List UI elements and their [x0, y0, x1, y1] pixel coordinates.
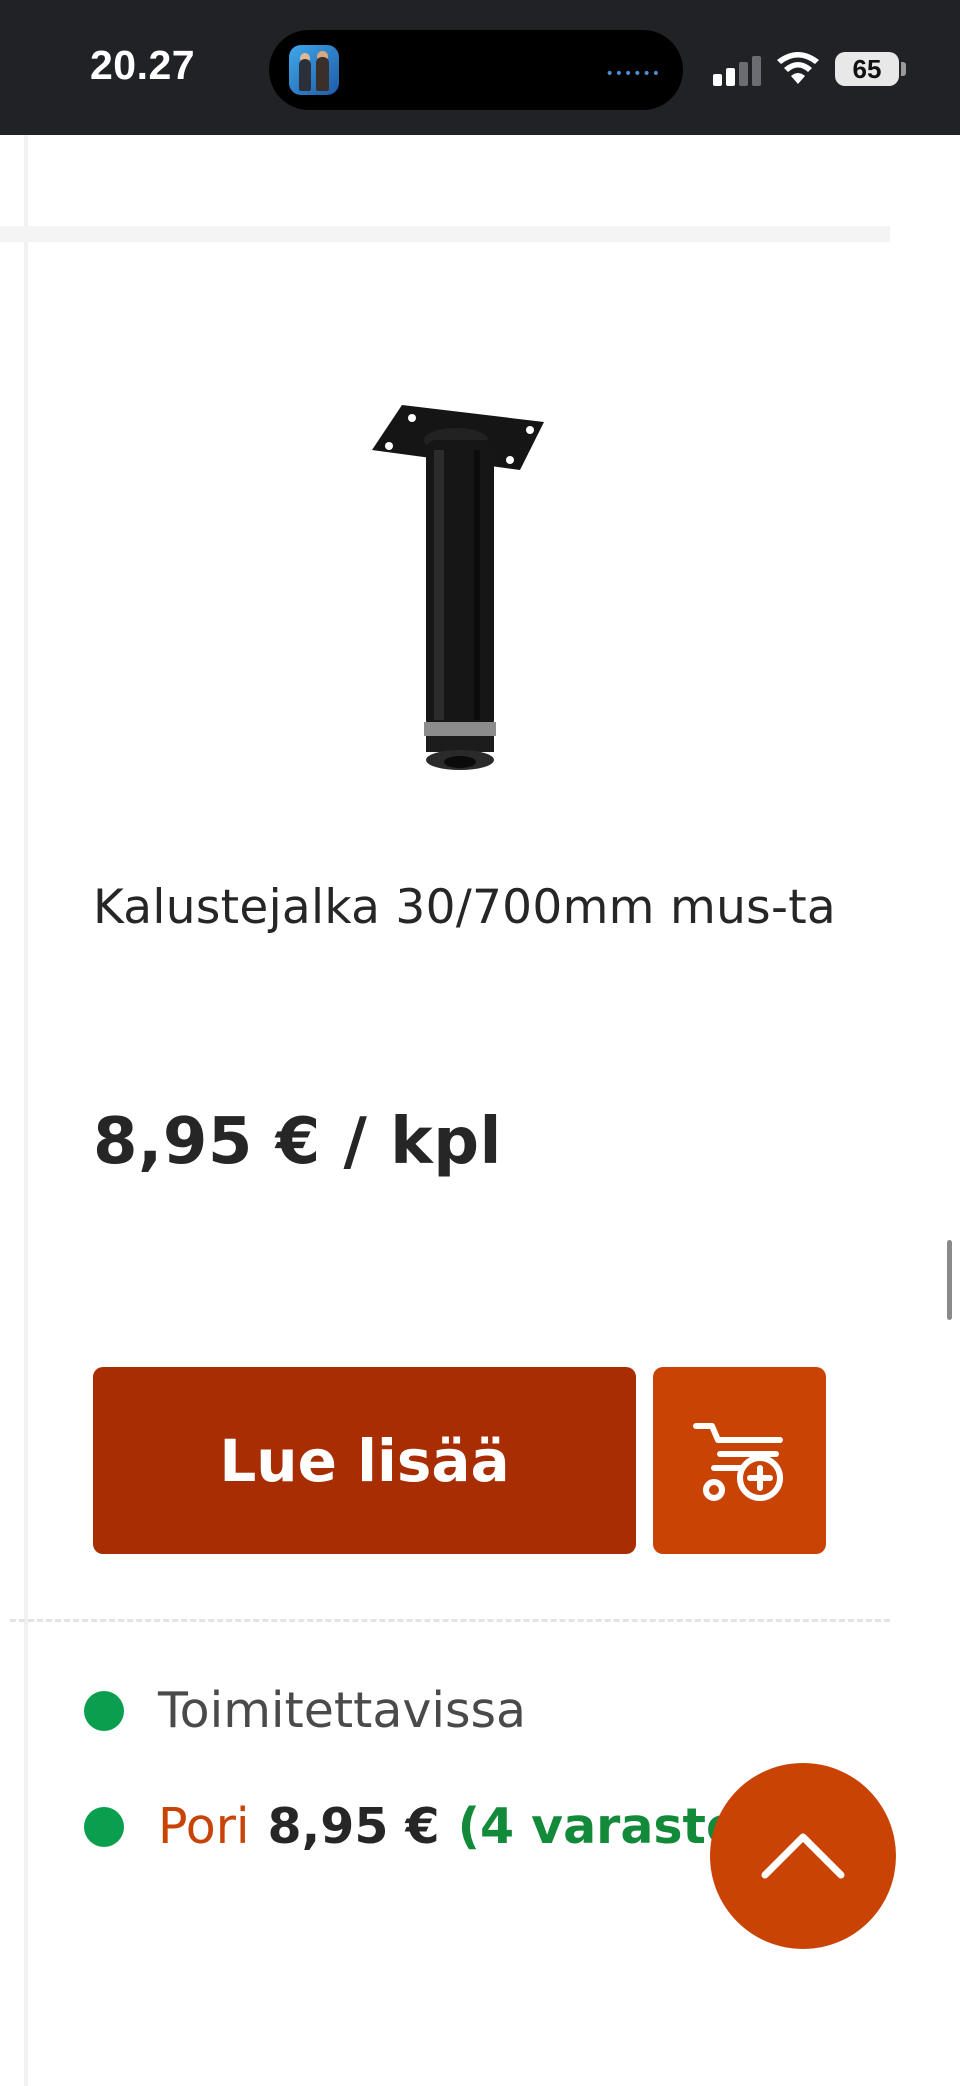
add-to-cart-button[interactable] [653, 1367, 826, 1554]
wifi-icon [777, 52, 819, 84]
content-left-border [24, 135, 28, 2086]
cart-plus-icon [692, 1422, 783, 1501]
section-divider [0, 226, 890, 242]
product-title[interactable]: Kalustejalka 30/700mm mus-ta [93, 872, 853, 944]
chevron-up-icon [761, 1833, 845, 1879]
read-more-label: Lue lisää [219, 1426, 510, 1495]
back-to-top-button[interactable] [710, 1763, 896, 1949]
read-more-button[interactable]: Lue lisää [93, 1367, 636, 1554]
status-bar: 20.27 •••••• 65 [0, 0, 960, 135]
product-price: 8,95 € / kpl [93, 1105, 502, 1179]
battery-tip [901, 62, 906, 76]
in-stock-dot-icon [84, 1690, 124, 1731]
now-playing-app-icon[interactable] [289, 45, 339, 95]
delivery-availability: Toimitettavissa [84, 1682, 526, 1739]
store-availability[interactable]: Pori 8,95 € (4 varastos [84, 1798, 769, 1855]
scrollbar[interactable] [947, 1240, 952, 1320]
dynamic-island[interactable]: •••••• [269, 30, 683, 110]
product-image[interactable] [372, 400, 548, 776]
audio-waveform-icon: •••••• [605, 66, 661, 82]
in-stock-dot-icon [84, 1806, 124, 1847]
dashed-divider [10, 1619, 890, 1622]
battery-indicator: 65 [835, 52, 899, 86]
store-name[interactable]: Pori [158, 1798, 250, 1855]
delivery-label: Toimitettavissa [158, 1682, 527, 1739]
status-time: 20.27 [90, 42, 196, 88]
store-price: 8,95 € [267, 1798, 440, 1855]
cellular-signal-icon [713, 54, 763, 86]
